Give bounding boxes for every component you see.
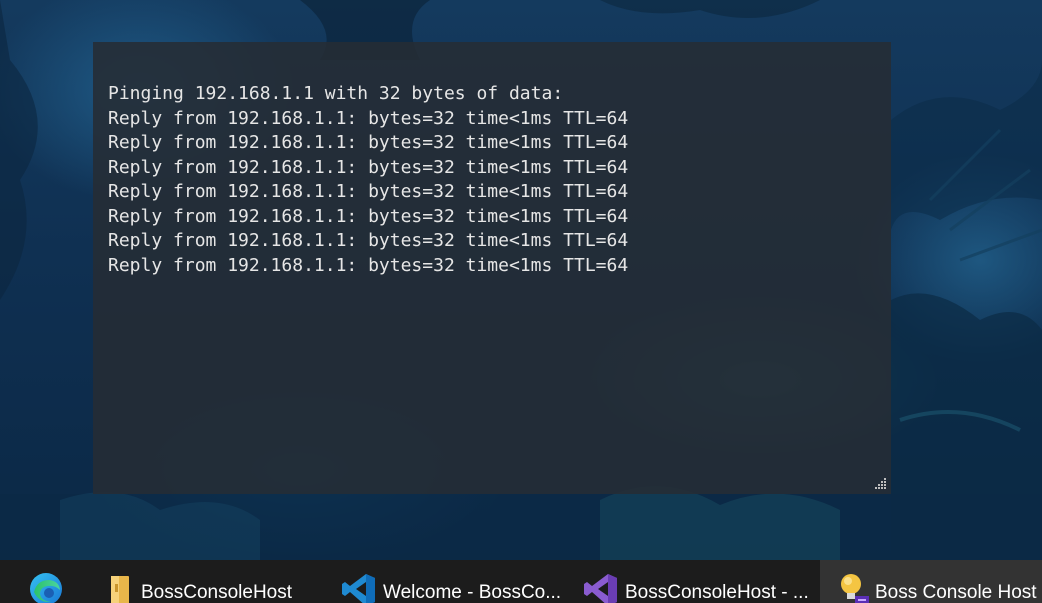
console-line: Reply from 192.168.1.1: bytes=32 time<1m… [108, 107, 629, 129]
taskbar-item-label: Welcome - BossCo... [383, 582, 562, 603]
edge-icon [30, 573, 62, 603]
console-line: Reply from 192.168.1.1: bytes=32 time<1m… [108, 230, 629, 251]
console-output: Pinging 192.168.1.1 with 32 bytes of dat… [108, 82, 628, 278]
taskbar-item-label: BossConsoleHost - ... [625, 582, 809, 603]
taskbar: BossConsoleHost Welcome - BossCo... Boss… [0, 560, 1042, 603]
visual-studio-icon [584, 574, 617, 603]
console-line: Reply from 192.168.1.1: bytes=32 time<1m… [108, 181, 629, 202]
lightbulb-icon [841, 574, 869, 603]
taskbar-edge-button[interactable] [0, 560, 94, 603]
taskbar-item-boss-console-host[interactable]: Boss Console Host [820, 560, 1042, 603]
taskbar-item-label: BossConsoleHost [141, 582, 293, 603]
console-line: Reply from 192.168.1.1: bytes=32 time<1m… [108, 205, 629, 227]
console-line: Reply from 192.168.1.1: bytes=32 time<1m… [108, 254, 629, 276]
taskbar-item-label: Boss Console Host [875, 582, 1037, 603]
console-line: Reply from 192.168.1.1: bytes=32 time<1m… [108, 132, 629, 153]
vscode-icon [342, 574, 375, 603]
resize-grip-icon[interactable] [873, 476, 887, 490]
taskbar-item-visual-studio[interactable]: BossConsoleHost - ... [578, 560, 820, 603]
taskbar-item-vscode[interactable]: Welcome - BossCo... [336, 560, 578, 603]
console-line: Pinging 192.168.1.1 with 32 bytes of dat… [108, 83, 564, 104]
folder-icon [111, 576, 129, 603]
taskbar-item-file-explorer[interactable]: BossConsoleHost [94, 560, 336, 603]
console-window[interactable]: Pinging 192.168.1.1 with 32 bytes of dat… [93, 42, 891, 494]
console-line: Reply from 192.168.1.1: bytes=32 time<1m… [108, 156, 629, 178]
